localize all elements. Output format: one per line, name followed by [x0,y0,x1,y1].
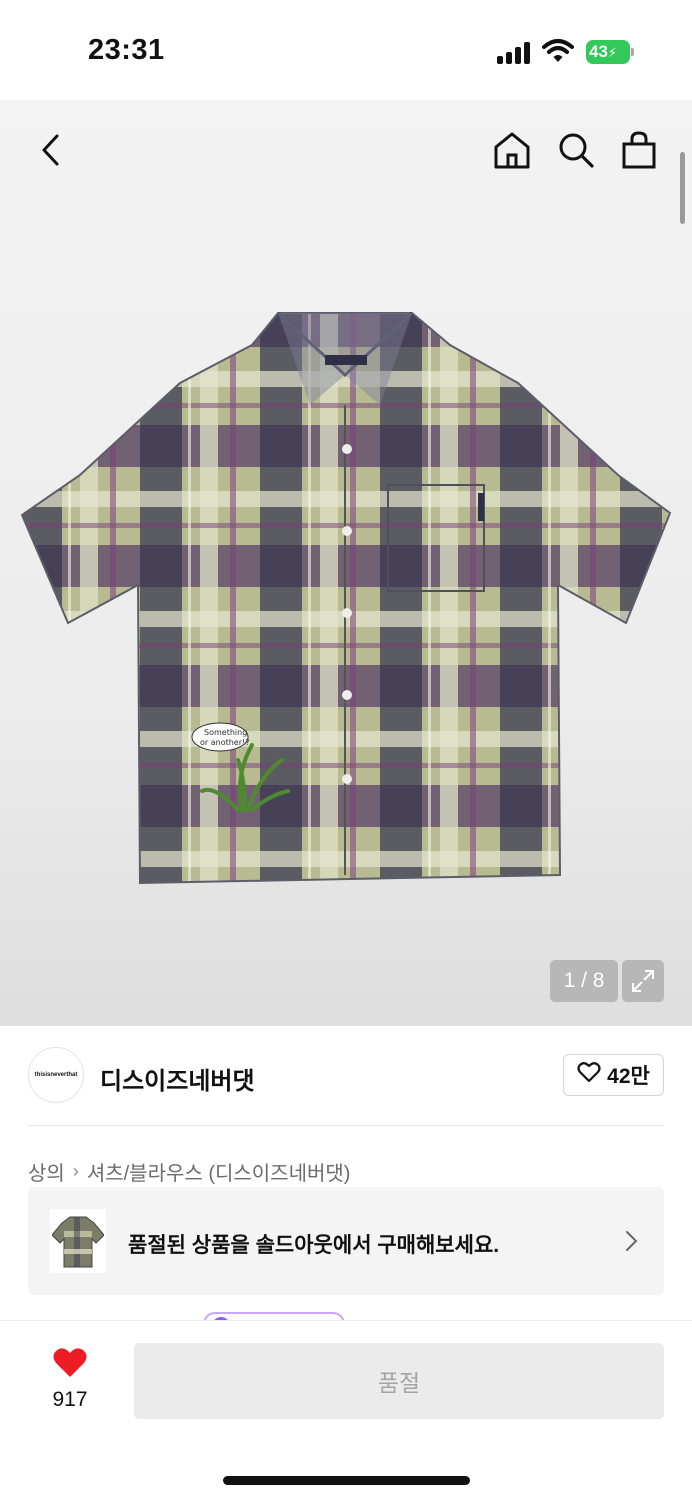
brand-like-count: 42만 [607,1065,650,1088]
breadcrumb-category[interactable]: 상의 [28,1157,65,1186]
breadcrumb-subcategory[interactable]: 셔츠/블라우스 (디스이즈네버댓) [87,1157,351,1186]
heart-outline-icon [577,1061,601,1089]
wifi-icon [542,38,574,64]
brand-logo-text: thisisneverthat [34,1072,78,1078]
cellular-signal-icon [497,42,531,64]
product-image: Something or another!? [20,305,676,890]
status-bar: 23:31 43⚡ [0,0,692,100]
battery-icon: 43⚡ [586,40,634,64]
brand-row: thisisneverthat 디스이즈네버댓 42만 [0,1026,692,1126]
bottom-action-bar: 917 품절 [0,1320,692,1500]
divider [28,1125,664,1126]
page-scroll-indicator [680,152,685,224]
top-navigation [0,100,692,200]
soldout-banner-text: 품절된 상품을 솔드아웃에서 구매해보세요. [128,1234,500,1257]
buy-button[interactable]: 품절 [134,1343,664,1419]
brand-logo[interactable]: thisisneverthat [28,1047,84,1103]
image-counter: 1 / 8 [550,960,618,1002]
battery-level: 43 [589,42,608,61]
chevron-right-icon: › [72,1161,79,1181]
breadcrumb: 상의 › 셔츠/블라우스 (디스이즈네버댓) [28,1157,350,1186]
expand-icon[interactable] [622,960,664,1002]
soldout-product-thumbnail [50,1209,106,1273]
home-indicator [223,1476,470,1485]
chevron-right-icon [622,1225,642,1257]
wishlist-button[interactable]: 917 [30,1347,110,1412]
brand-like-button[interactable]: 42만 [563,1054,664,1096]
status-time: 23:31 [88,34,165,66]
back-arrow-icon[interactable] [26,126,74,174]
bubble-text-1: Something [204,728,247,737]
wishlist-count: 917 [52,1388,88,1411]
soldout-banner[interactable]: 품절된 상품을 솔드아웃에서 구매해보세요. [28,1187,664,1295]
home-icon[interactable] [488,126,536,174]
bubble-text-2: or another!? [200,738,249,747]
heart-filled-icon [30,1347,110,1384]
search-icon[interactable] [552,126,600,174]
shopping-bag-icon[interactable] [615,126,663,174]
brand-name[interactable]: 디스이즈네버댓 [100,1061,255,1096]
